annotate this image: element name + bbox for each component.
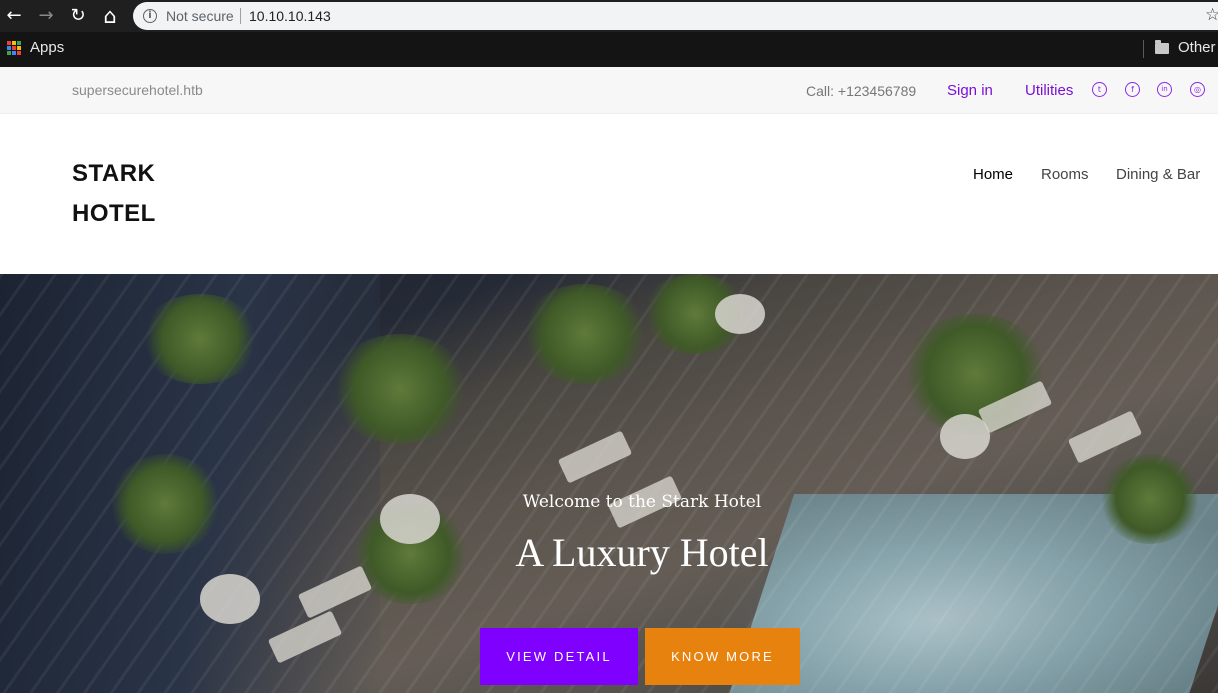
- palm-plant: [140, 294, 260, 384]
- hero-subtitle: Welcome to the Stark Hotel: [522, 492, 762, 512]
- folder-icon[interactable]: [1155, 40, 1169, 54]
- other-bookmarks[interactable]: Other: [1178, 39, 1216, 56]
- nav-rooms[interactable]: Rooms: [1041, 166, 1089, 183]
- home-icon[interactable]: ⌂: [100, 6, 120, 27]
- nav-home[interactable]: Home: [973, 166, 1013, 183]
- address-divider: [240, 8, 241, 24]
- phone-number: Call: +123456789: [806, 83, 917, 99]
- bookmarks-divider: [1143, 40, 1144, 58]
- site-topbar: supersecurehotel.htb Call: +123456789 Si…: [0, 67, 1218, 114]
- bookmarks-bar: [0, 32, 1218, 67]
- info-icon[interactable]: i: [143, 9, 157, 23]
- hero-banner: Welcome to the Stark Hotel A Luxury Hote…: [0, 274, 1218, 693]
- hero-title: A Luxury Hotel: [515, 530, 769, 575]
- url-text[interactable]: 10.10.10.143: [249, 8, 331, 24]
- sign-in-link[interactable]: Sign in: [947, 82, 993, 99]
- linkedin-icon[interactable]: in: [1157, 82, 1172, 97]
- twitter-icon[interactable]: t: [1092, 82, 1107, 97]
- site-logo[interactable]: STARK HOTEL: [72, 154, 222, 234]
- forward-icon[interactable]: →: [36, 6, 56, 26]
- back-icon[interactable]: ←: [4, 6, 24, 26]
- logo-line-1: STARK: [72, 160, 156, 187]
- logo-line-2: HOTEL: [72, 200, 156, 227]
- palm-plant: [520, 284, 650, 384]
- view-detail-button[interactable]: VIEW DETAIL: [480, 628, 638, 685]
- nav-dining-bar[interactable]: Dining & Bar: [1116, 166, 1200, 183]
- security-status[interactable]: Not secure: [166, 8, 234, 24]
- planter-pot: [200, 574, 260, 624]
- bookmark-star-icon[interactable]: ☆: [1205, 5, 1218, 25]
- browser-toolbar: ← → ↻ ⌂ i Not secure 10.10.10.143 ☆: [0, 0, 1218, 32]
- apps-grid-icon[interactable]: [7, 41, 21, 55]
- apps-bookmark[interactable]: Apps: [30, 39, 64, 56]
- site-domain: supersecurehotel.htb: [72, 82, 203, 98]
- dribbble-icon[interactable]: ◎: [1190, 82, 1205, 97]
- planter-pot: [715, 294, 765, 334]
- site-header: STARK HOTEL Home Rooms Dining & Bar: [0, 114, 1218, 274]
- facebook-icon[interactable]: f: [1125, 82, 1140, 97]
- address-bar[interactable]: i Not secure 10.10.10.143 ☆: [133, 2, 1218, 30]
- know-more-button[interactable]: KNOW MORE: [645, 628, 800, 685]
- reload-icon[interactable]: ↻: [68, 6, 88, 26]
- palm-plant: [330, 334, 470, 444]
- utilities-link[interactable]: Utilities: [1025, 82, 1073, 99]
